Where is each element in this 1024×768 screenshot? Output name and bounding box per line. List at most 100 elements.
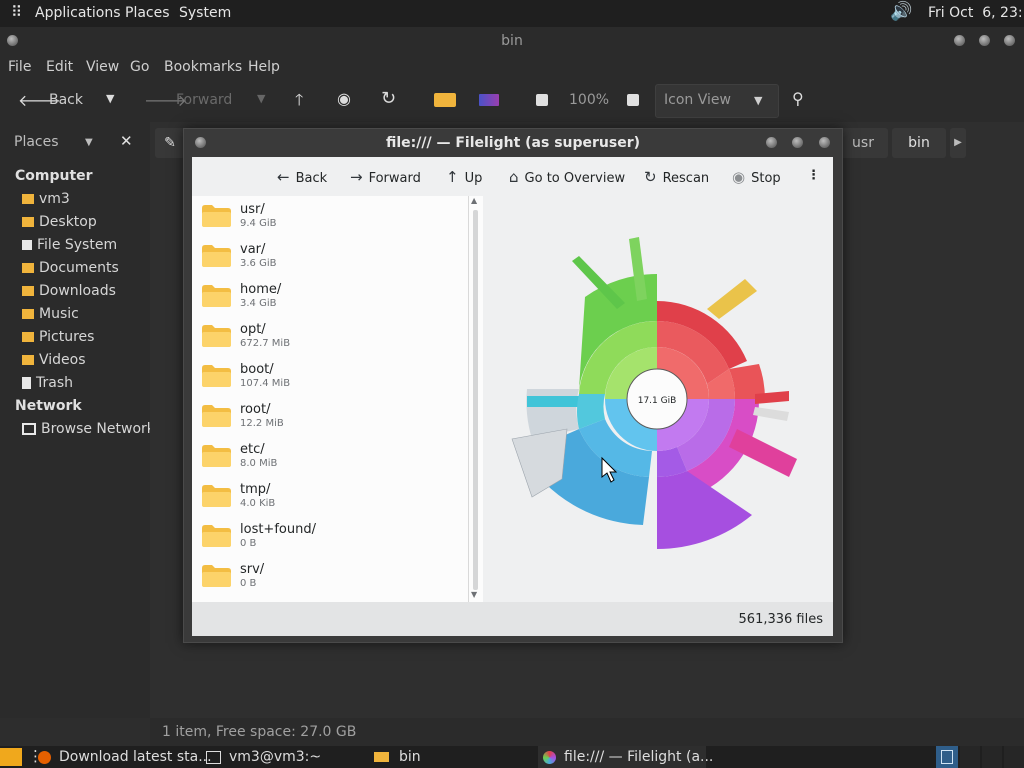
list-item[interactable]: lost+found/ 0 B (192, 516, 462, 556)
fl-overview-button[interactable]: ⌂ Go to Overview (509, 168, 625, 186)
menu-file[interactable]: File (8, 59, 31, 75)
system-menu[interactable]: System (179, 5, 231, 21)
radial-map[interactable]: 17.1 GiB (483, 196, 833, 602)
folder-name: opt/ (240, 322, 266, 337)
close-sidebar-icon[interactable]: ✕ (120, 132, 133, 150)
folder-icon (202, 325, 231, 347)
zoom-in-icon[interactable] (627, 94, 639, 106)
menu-go[interactable]: Go (130, 59, 149, 75)
list-item[interactable]: home/ 3.4 GiB (192, 276, 462, 316)
list-scrollbar[interactable]: ▲ ▼ (468, 196, 484, 602)
task-filelight[interactable]: file:/// — Filelight (a... (538, 746, 713, 768)
fl-rescan-button[interactable]: ↻ Rescan (644, 168, 709, 186)
list-item[interactable]: boot/ 107.4 MiB (192, 356, 462, 396)
path-button-usr[interactable]: usr (838, 128, 888, 158)
zoom-out-icon[interactable] (536, 94, 548, 106)
radial-map-svg[interactable]: 17.1 GiB (483, 196, 833, 602)
list-item[interactable]: opt/ 672.7 MiB (192, 316, 462, 356)
sidebar-chevron-icon[interactable]: ▼ (85, 137, 93, 148)
status-text: 1 item, Free space: 27.0 GB (162, 724, 357, 740)
back-history-chevron-icon[interactable]: ▼ (106, 92, 114, 105)
show-desktop-icon[interactable] (0, 748, 22, 766)
workspace-2[interactable] (960, 746, 980, 768)
clock[interactable]: Fri Oct 6, 23:19 (928, 5, 1024, 21)
workspace-3[interactable] (982, 746, 1002, 768)
menu-edit[interactable]: Edit (46, 59, 73, 75)
sidebar-item-pictures[interactable]: Pictures (22, 329, 94, 349)
workspace-4[interactable] (1004, 746, 1024, 768)
overflow-menu-icon[interactable]: ⋮ (807, 168, 820, 183)
sidebar-item-label: vm3 (39, 191, 70, 207)
music-folder-icon (22, 309, 34, 319)
sidebar-header[interactable]: Places (14, 134, 59, 150)
back-button[interactable]: Back (49, 92, 83, 108)
minimize-icon[interactable] (766, 137, 777, 148)
stop-icon: ◉ (732, 168, 746, 186)
sidebar-item-videos[interactable]: Videos (22, 352, 86, 372)
close-icon[interactable] (819, 137, 830, 148)
sidebar-item-downloads[interactable]: Downloads (22, 283, 116, 303)
path-button-bin[interactable]: bin (892, 128, 946, 158)
filelight-window: file:/// — Filelight (as superuser) ← Bac… (183, 128, 843, 643)
computer-icon[interactable] (479, 94, 499, 106)
fl-back-button[interactable]: ← Back (277, 168, 327, 186)
minimize-icon[interactable] (954, 35, 965, 46)
path-scroll-right-icon[interactable]: ▶ (950, 128, 966, 158)
stop-icon[interactable]: ◉ (337, 89, 351, 108)
fl-stop-button[interactable]: ◉ Stop (732, 168, 781, 186)
scroll-up-icon[interactable]: ▲ (471, 196, 477, 205)
volume-icon[interactable]: 🔊 (890, 1, 912, 22)
menu-help[interactable]: Help (248, 59, 280, 75)
sidebar-item-documents[interactable]: Documents (22, 260, 119, 280)
file-manager-titlebar[interactable]: bin (0, 27, 1024, 55)
task-label: file:/// — Filelight (a... (564, 749, 714, 765)
task-file-manager[interactable]: bin (374, 746, 446, 768)
sidebar-item-desktop[interactable]: Desktop (22, 214, 97, 234)
places-menu[interactable]: Places (125, 5, 170, 21)
sidebar-item-music[interactable]: Music (22, 306, 79, 326)
search-icon[interactable]: ⚲ (792, 89, 804, 108)
reload-icon[interactable]: ↻ (381, 88, 396, 109)
applications-menu[interactable]: Applications (35, 5, 121, 21)
maximize-icon[interactable] (792, 137, 803, 148)
up-arrow-icon: ↑ (446, 168, 459, 186)
list-item[interactable]: root/ 12.2 MiB (192, 396, 462, 436)
close-icon[interactable] (1004, 35, 1015, 46)
scroll-down-icon[interactable]: ▼ (471, 590, 477, 599)
menu-view[interactable]: View (86, 59, 119, 75)
filelight-icon (543, 750, 556, 764)
videos-folder-icon (22, 355, 34, 365)
view-mode-select[interactable]: Icon View ▼ (655, 84, 779, 118)
list-item[interactable]: usr/ 9.4 GiB (192, 196, 462, 236)
task-firefox[interactable]: Download latest sta... (38, 746, 212, 768)
forward-button[interactable]: Forward (176, 92, 232, 108)
sidebar-item-vm3[interactable]: vm3 (22, 191, 70, 211)
fl-forward-button[interactable]: → Forward (350, 168, 421, 186)
segment[interactable] (753, 407, 789, 421)
folder-size: 107.4 MiB (240, 378, 291, 389)
list-item[interactable]: srv/ 0 B (192, 556, 462, 596)
status-bar: 1 item, Free space: 27.0 GB (150, 718, 1024, 746)
sidebar-item-filesystem[interactable]: File System (22, 237, 117, 257)
list-item[interactable]: tmp/ 4.0 KiB (192, 476, 462, 516)
sidebar-item-browse-network[interactable]: Browse Network (22, 421, 155, 441)
apps-grid-icon[interactable]: ⠿ (11, 3, 22, 21)
segment[interactable] (527, 396, 579, 407)
filelight-titlebar[interactable]: file:/// — Filelight (as superuser) (184, 129, 842, 157)
sidebar-item-trash[interactable]: Trash (22, 375, 73, 395)
fl-up-button[interactable]: ↑ Up (446, 168, 482, 186)
up-arrow-icon[interactable]: 🡑 (295, 89, 303, 116)
bottom-panel: ⋮ Download latest sta... vm3@vm3:~ bin f… (0, 746, 1024, 768)
edit-path-icon[interactable]: ✎ (155, 128, 185, 158)
folder-icon (202, 365, 231, 387)
maximize-icon[interactable] (979, 35, 990, 46)
scrollbar-thumb[interactable] (473, 210, 478, 590)
task-terminal[interactable]: vm3@vm3:~ (206, 746, 321, 768)
list-item[interactable]: var/ 3.6 GiB (192, 236, 462, 276)
segment[interactable] (707, 279, 757, 319)
home-icon[interactable] (434, 93, 456, 107)
menu-bookmarks[interactable]: Bookmarks (164, 59, 242, 75)
folder-name: home/ (240, 282, 282, 297)
forward-history-chevron-icon[interactable]: ▼ (257, 92, 265, 105)
list-item[interactable]: etc/ 8.0 MiB (192, 436, 462, 476)
